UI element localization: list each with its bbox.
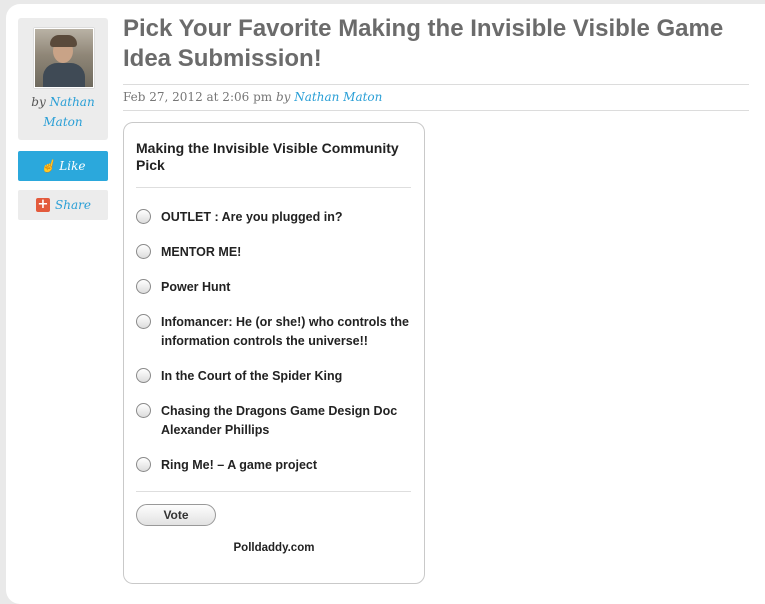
post-by: by — [275, 90, 291, 104]
author-box: by Nathan Maton — [18, 18, 108, 140]
share-label: Share — [55, 198, 91, 212]
page-title: Pick Your Favorite Making the Invisible … — [123, 15, 724, 72]
divider — [123, 84, 749, 85]
polldaddy-link[interactable]: Polldaddy.com — [124, 542, 424, 554]
poll-option-label: Chasing the Dragons Game Design Doc Alex… — [161, 404, 398, 437]
vote-button[interactable]: Vote — [136, 504, 216, 526]
poll-option-label: MENTOR ME! — [161, 245, 242, 259]
radio-button[interactable] — [136, 457, 151, 472]
post-meta: Feb 27, 2012 at 2:06 pm by Nathan Maton — [123, 90, 382, 104]
poll-option-label: Ring Me! – A game project — [161, 458, 318, 472]
poll-divider — [136, 187, 411, 188]
share-button[interactable]: + Share — [18, 190, 108, 220]
divider — [123, 110, 749, 111]
plus-icon: + — [36, 197, 50, 212]
author-name-link[interactable]: Nathan — [50, 95, 95, 109]
thumbs-up-icon: ☝ — [40, 159, 56, 173]
radio-button[interactable] — [136, 368, 151, 383]
radio-button[interactable] — [136, 244, 151, 259]
post-author-link[interactable]: Nathan Maton — [294, 90, 382, 104]
poll-option-label: OUTLET : Are you plugged in? — [161, 210, 343, 224]
author-by-text: by — [31, 95, 46, 109]
poll-option-label: In the Court of the Spider King — [161, 369, 343, 383]
radio-button[interactable] — [136, 279, 151, 294]
author-byline: by Nathan Maton — [18, 92, 108, 132]
poll-option-label: Infomancer: He (or she!) who controls th… — [161, 315, 409, 348]
poll-widget: Making the Invisible Visible Community P… — [123, 122, 425, 584]
like-button[interactable]: ☝ Like — [18, 151, 108, 181]
radio-button[interactable] — [136, 314, 151, 329]
like-label: Like — [59, 159, 86, 173]
radio-button[interactable] — [136, 403, 151, 418]
post-date: Feb 27, 2012 at 2:06 pm — [123, 90, 273, 104]
poll-divider — [136, 491, 411, 492]
avatar[interactable] — [34, 28, 94, 88]
poll-question: Making the Invisible Visible Community P… — [136, 140, 399, 173]
poll-option-label: Power Hunt — [161, 280, 231, 294]
author-name-link-cont[interactable]: Maton — [43, 115, 82, 129]
radio-button[interactable] — [136, 209, 151, 224]
